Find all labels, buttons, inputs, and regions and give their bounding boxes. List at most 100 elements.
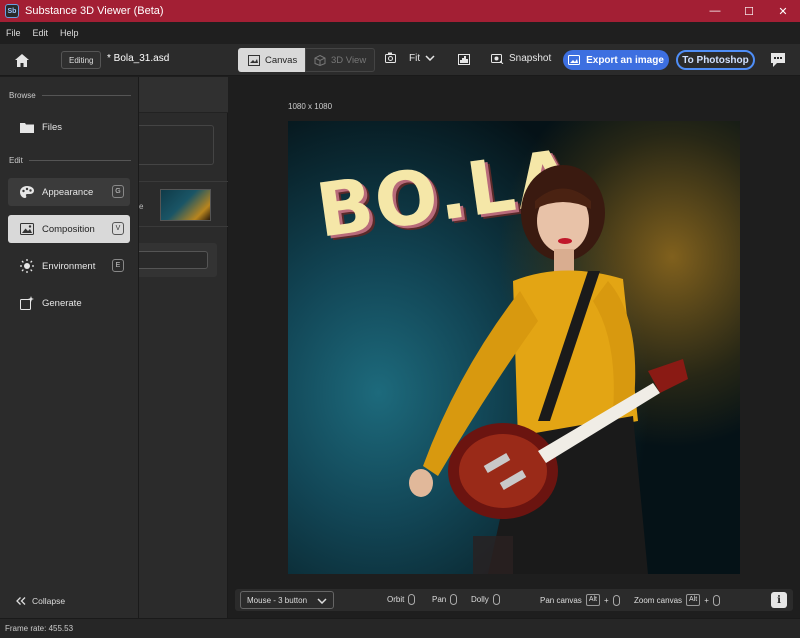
menu-help[interactable]: Help — [54, 28, 85, 38]
minimize-button[interactable]: — — [698, 0, 732, 22]
window-controls: — ☐ ✕ — [698, 0, 800, 22]
window-title: Substance 3D Viewer (Beta) — [25, 5, 164, 17]
nav-item-label: Composition — [42, 223, 95, 235]
export-image-button[interactable]: Export an image — [563, 50, 669, 70]
pan-canvas-hint: Pan canvas Alt + — [540, 594, 620, 606]
background-label-fragment: e — [139, 202, 144, 211]
double-chevron-left-icon — [16, 597, 26, 605]
browse-heading: Browse — [9, 91, 131, 100]
mouse-left-icon — [408, 594, 416, 605]
nav-item-label: Appearance — [42, 186, 94, 198]
mode-badge[interactable]: Editing — [61, 51, 102, 69]
generate-icon — [20, 296, 34, 310]
menu-bar: File Edit Help — [0, 22, 800, 44]
nav-item-composition[interactable]: Composition V — [8, 215, 130, 243]
menu-file[interactable]: File — [0, 28, 27, 38]
navigation-controls-bar: Mouse - 3 button Orbit Pan Dolly Pan can… — [235, 589, 793, 611]
plus-sign: + — [603, 595, 609, 605]
mouse-left-icon — [612, 594, 620, 606]
nav-item-appearance[interactable]: Appearance G — [8, 178, 130, 206]
camera-settings-icon — [385, 52, 396, 63]
dolly-hint: Dolly — [471, 594, 500, 605]
mouse-mode-value: Mouse - 3 button — [247, 595, 308, 605]
pan-canvas-label: Pan canvas — [540, 595, 582, 605]
zoom-canvas-label: Zoom canvas — [634, 595, 683, 605]
fit-control[interactable]: Fit — [385, 52, 435, 64]
background-thumbnail[interactable] — [160, 189, 211, 221]
mouse-right-icon — [712, 594, 720, 606]
feedback-icon — [771, 53, 785, 67]
menu-edit[interactable]: Edit — [27, 28, 55, 38]
nav-item-label: Environment — [42, 260, 96, 272]
artwork-image[interactable]: BO.LA — [288, 121, 740, 574]
image-icon — [568, 55, 581, 65]
canvas-dimensions: 1080 x 1080 — [288, 102, 333, 111]
divider — [28, 160, 131, 161]
snapshot-icon — [491, 54, 504, 64]
home-button[interactable] — [12, 50, 32, 70]
nav-item-label: Generate — [42, 297, 82, 309]
properties-panel: e — [139, 77, 228, 618]
alt-key: Alt — [686, 594, 701, 606]
pan-hint: Pan — [432, 594, 458, 605]
cube-icon — [314, 54, 326, 66]
palette-icon — [20, 186, 34, 198]
canvas-tab-label: Canvas — [265, 54, 298, 66]
collapse-button[interactable]: Collapse — [16, 596, 65, 606]
pan-label: Pan — [432, 595, 447, 604]
browse-heading-text: Browse — [9, 91, 36, 100]
snapshot-button[interactable]: Snapshot — [491, 52, 551, 64]
canvas-area[interactable]: 1080 x 1080 BO.LA — [228, 77, 800, 618]
collapse-label: Collapse — [32, 596, 66, 606]
chevron-down-icon — [425, 55, 435, 61]
app-icon: Sb — [5, 4, 19, 18]
title-bar: Sb Substance 3D Viewer (Beta) — ☐ ✕ — [0, 0, 800, 22]
nav-item-environment[interactable]: Environment E — [8, 252, 130, 280]
toolbar: Editing * Bola_31.asd Canvas 3D View Fit… — [0, 44, 800, 76]
shortcut-key: E — [112, 259, 124, 272]
edit-heading-text: Edit — [9, 156, 23, 165]
nav-item-label: Files — [42, 121, 63, 133]
folder-icon — [20, 122, 34, 133]
dolly-label: Dolly — [471, 595, 489, 604]
view3d-tab[interactable]: 3D View — [305, 48, 375, 72]
properties-header — [139, 77, 228, 113]
home-icon — [15, 53, 29, 67]
shortcut-key: G — [112, 185, 124, 198]
histogram-button[interactable] — [458, 54, 470, 65]
shortcut-key: V — [112, 222, 124, 235]
divider — [41, 95, 131, 96]
fit-label: Fit — [409, 52, 421, 64]
view3d-tab-label: 3D View — [331, 54, 367, 66]
maximize-button[interactable]: ☐ — [732, 0, 766, 22]
properties-box[interactable] — [139, 125, 214, 165]
artwork-figure — [409, 165, 688, 574]
document-title: * Bola_31.asd — [107, 53, 170, 64]
mouse-right-icon — [492, 594, 500, 605]
orbit-label: Orbit — [387, 595, 405, 604]
plus-sign: + — [704, 595, 709, 605]
info-button[interactable]: i — [771, 592, 787, 608]
to-photoshop-button[interactable]: To Photoshop — [676, 50, 755, 70]
frame-rate: Frame rate: 455.53 — [5, 624, 74, 633]
histogram-icon — [458, 54, 470, 65]
properties-input[interactable] — [139, 251, 208, 269]
export-image-label: Export an image — [586, 54, 664, 66]
nav-item-generate[interactable]: Generate — [8, 289, 130, 317]
chevron-down-icon — [317, 598, 327, 604]
orbit-hint: Orbit — [387, 594, 416, 605]
nav-item-files[interactable]: Files — [8, 113, 130, 141]
alt-key: Alt — [585, 594, 600, 606]
close-button[interactable]: ✕ — [766, 0, 800, 22]
zoom-canvas-hint: Zoom canvas Alt + — [634, 594, 720, 606]
snapshot-label: Snapshot — [509, 52, 552, 64]
mouse-middle-icon — [450, 594, 458, 605]
feedback-button[interactable] — [770, 52, 786, 68]
composition-icon — [20, 223, 34, 235]
canvas-tab[interactable]: Canvas — [238, 48, 305, 72]
mouse-mode-select[interactable]: Mouse - 3 button — [240, 591, 334, 609]
canvas-icon — [248, 54, 260, 66]
left-nav: Browse Files Edit Appearance G Compositi… — [0, 77, 139, 618]
sun-icon — [20, 259, 34, 273]
edit-heading: Edit — [9, 156, 131, 165]
